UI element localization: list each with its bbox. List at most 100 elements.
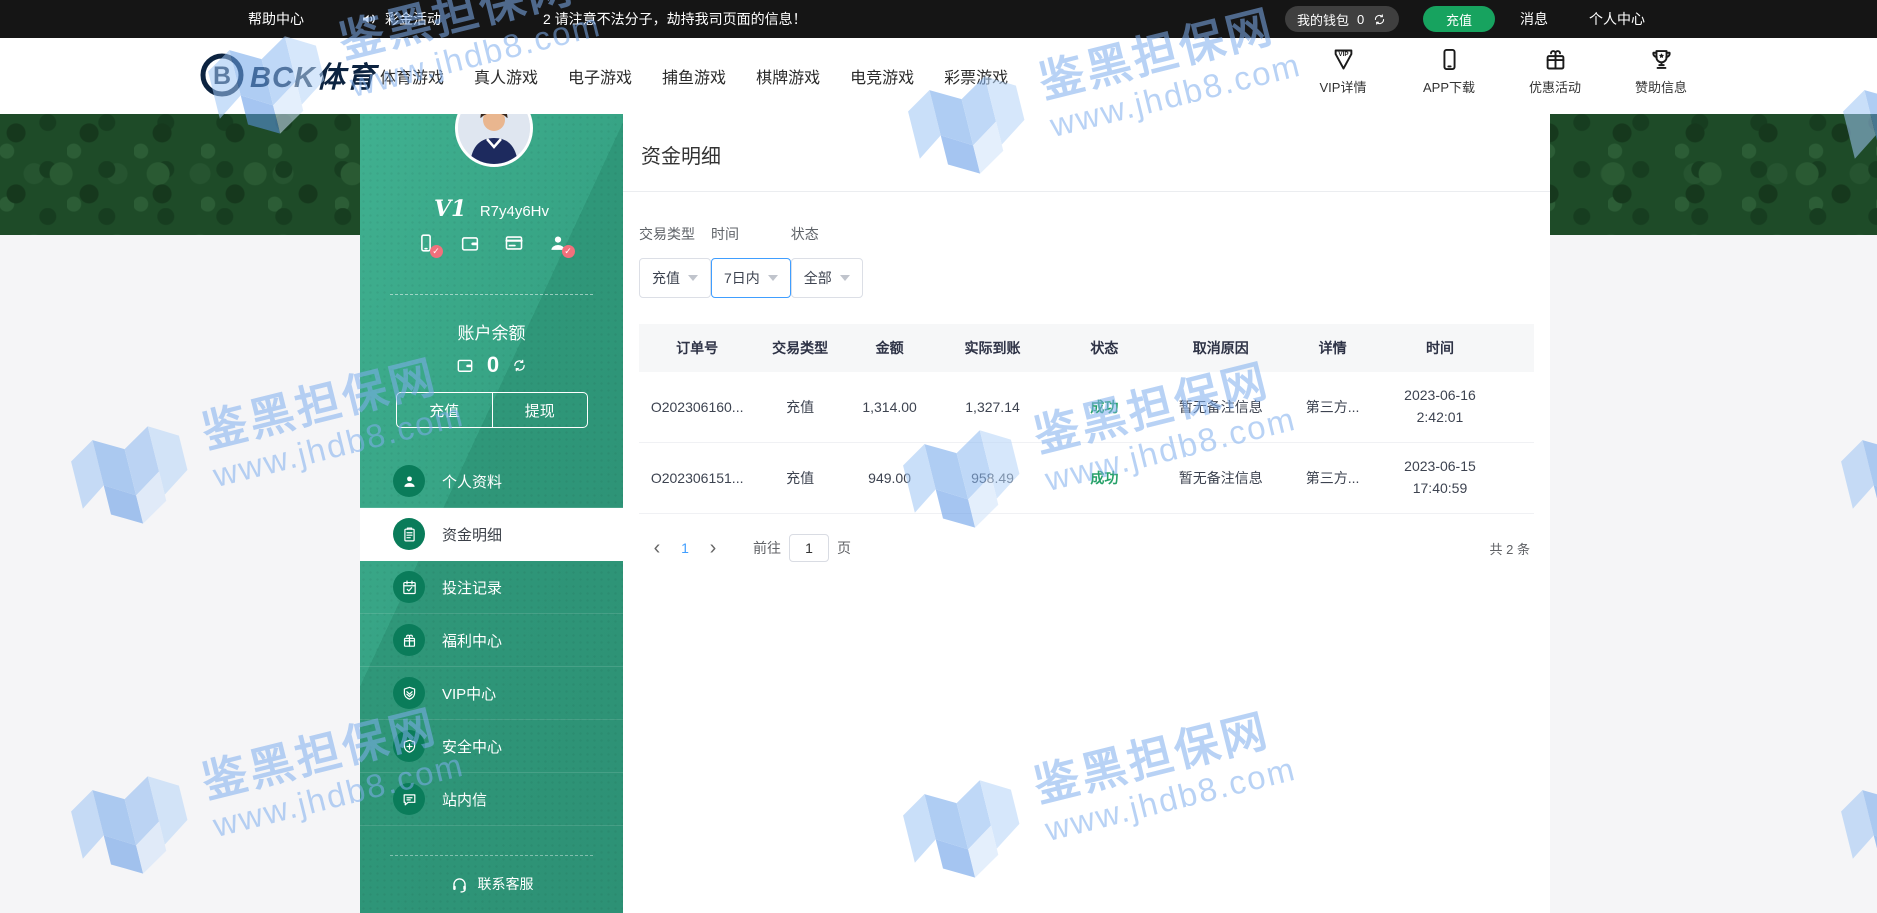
cell-time: 2023-06-16 2:42:01 <box>1382 385 1498 428</box>
page-title: 资金明细 <box>639 114 1534 191</box>
quick-action-icon <box>1542 46 1569 73</box>
cell-order-id: O202306160... <box>639 399 755 415</box>
nav-menu-item[interactable]: 电竞游戏 <box>850 64 914 88</box>
nav-menu-item[interactable]: 彩票游戏 <box>944 64 1008 88</box>
messages-link[interactable]: 消息 <box>1520 0 1548 38</box>
sidebar-menu-item[interactable]: 安全中心 <box>360 720 623 773</box>
table-header-cell: 交易类型 <box>755 338 845 358</box>
refresh-balance-icon[interactable] <box>511 357 528 374</box>
verification-icon[interactable] <box>503 232 525 254</box>
brand-logo[interactable]: B BCK体育 <box>200 53 376 97</box>
cell-reason: 暂无备注信息 <box>1158 468 1283 488</box>
table-header-cell: 状态 <box>1051 338 1158 358</box>
filter-bar: 交易类型 充值 时间 7日内 状态 全部 <box>639 224 1534 298</box>
quick-action-label: 赞助信息 <box>1635 77 1687 96</box>
user-identity: V1 R7y4y6Hv <box>360 196 623 222</box>
cell-time-line: 17:40:59 <box>1382 478 1498 500</box>
sidebar-menu-label: 福利中心 <box>442 630 502 651</box>
page: 帮助中心 彩金活动 2 请注意不法分子，劫持我司页面的信息！ 我的钱包 0 充值… <box>0 0 1877 913</box>
username: R7y4y6Hv <box>480 203 549 220</box>
page-number-button[interactable]: 1 <box>671 540 699 556</box>
filter-label: 状态 <box>791 224 863 244</box>
quick-action-icon <box>1436 46 1463 73</box>
watermark: 鉴黑担保网 www.jhdb8.com <box>1828 341 1877 548</box>
main-navbar: B BCK体育 体育游戏 真人游戏 电子游戏 捕鱼游戏 棋牌游戏 电竞游戏 彩票游戏 VIP… <box>0 38 1877 114</box>
prev-page-button[interactable]: ‹ <box>643 538 671 558</box>
nav-menu-item[interactable]: 真人游戏 <box>474 64 538 88</box>
filter-select[interactable]: 充值 <box>639 258 711 298</box>
cell-status: 成功 <box>1051 468 1158 488</box>
verification-icon[interactable] <box>415 232 437 254</box>
next-page-button[interactable]: › <box>699 538 727 558</box>
filter-select[interactable]: 7日内 <box>711 258 791 298</box>
cell-actual: 1,327.14 <box>934 399 1050 415</box>
sidebar-menu-icon <box>393 677 425 709</box>
svg-text:VIP: VIP <box>1338 51 1348 58</box>
profile-link[interactable]: 个人中心 <box>1589 0 1645 38</box>
sidebar-menu-item[interactable]: 资金明细 <box>360 508 623 561</box>
watermark: 鉴黑担保网 www.jhdb8.com <box>1828 691 1877 898</box>
sidebar-menu-icon <box>393 465 425 497</box>
quick-action[interactable]: 赞助信息 <box>1630 46 1692 96</box>
cell-detail[interactable]: 第三方... <box>1283 468 1381 488</box>
svg-text:B: B <box>213 62 231 90</box>
quick-action-label: APP下载 <box>1423 77 1475 96</box>
sidebar-menu-label: 投注记录 <box>442 577 502 598</box>
nav-menu-item[interactable]: 体育游戏 <box>380 64 444 88</box>
verification-icons <box>360 232 623 254</box>
quick-action[interactable]: 优惠活动 <box>1524 46 1586 96</box>
contact-support-button[interactable]: 联系客服 <box>360 874 623 894</box>
nav-menu-item[interactable]: 棋牌游戏 <box>756 64 820 88</box>
filter-label: 交易类型 <box>639 224 711 244</box>
cell-time-line: 2:42:01 <box>1382 407 1498 429</box>
sidebar-menu-item[interactable]: VIP中心 <box>360 667 623 720</box>
sidebar-menu-item[interactable]: 投注记录 <box>360 561 623 614</box>
sidebar-menu-label: VIP中心 <box>442 683 496 704</box>
sidebar-menu-item[interactable]: 个人资料 <box>360 455 623 508</box>
table-row[interactable]: O202306160... 充值 1,314.00 1,327.14 成功 暂无… <box>639 372 1534 443</box>
sidebar-menu-item[interactable]: 福利中心 <box>360 614 623 667</box>
cell-type: 充值 <box>755 468 845 488</box>
goto-page-input[interactable] <box>789 534 829 562</box>
sidebar-menu-label: 安全中心 <box>442 736 502 757</box>
help-center-link[interactable]: 帮助中心 <box>248 0 304 38</box>
sidebar-menu-label: 个人资料 <box>442 471 502 492</box>
table-header-cell: 时间 <box>1382 338 1498 358</box>
filter-selected-value: 充值 <box>652 268 680 288</box>
cell-amount: 949.00 <box>845 470 935 486</box>
nav-menu-item[interactable]: 电子游戏 <box>568 64 632 88</box>
table-header-cell: 金额 <box>845 338 935 358</box>
nav-quick-actions: VIP VIP详情 APP下载 优惠活动 赞助信息 <box>1312 46 1692 96</box>
nav-menu: 体育游戏 真人游戏 电子游戏 捕鱼游戏 棋牌游戏 电竞游戏 彩票游戏 <box>380 38 1008 114</box>
chevron-down-icon <box>840 275 850 281</box>
quick-action[interactable]: VIP VIP详情 <box>1312 46 1374 96</box>
nav-menu-item[interactable]: 捕鱼游戏 <box>662 64 726 88</box>
filter-group: 状态 全部 <box>791 224 863 298</box>
divider <box>390 855 593 856</box>
verification-icon[interactable] <box>547 232 569 254</box>
quick-action-icon <box>1648 46 1675 73</box>
topbar-recharge-button[interactable]: 充值 <box>1423 6 1495 32</box>
refresh-icon[interactable] <box>1372 12 1387 27</box>
cell-status: 成功 <box>1051 397 1158 417</box>
my-wallet-pill[interactable]: 我的钱包 0 <box>1285 6 1399 32</box>
promo-link[interactable]: 彩金活动 <box>360 0 441 38</box>
sidebar-menu-item[interactable]: 站内信 <box>360 773 623 826</box>
filter-label: 时间 <box>711 224 791 244</box>
filter-select[interactable]: 全部 <box>791 258 863 298</box>
chevron-down-icon <box>688 275 698 281</box>
sidebar-menu-label: 资金明细 <box>442 524 502 545</box>
balance-actions: 充值 提现 <box>396 392 588 428</box>
quick-action-icon: VIP <box>1330 46 1357 73</box>
promo-label: 彩金活动 <box>385 9 441 29</box>
table-row[interactable]: O202306151... 充值 949.00 958.49 成功 暂无备注信息… <box>639 443 1534 514</box>
watermark-logo-icon <box>1828 757 1877 899</box>
sidebar-withdraw-button[interactable]: 提现 <box>493 393 588 427</box>
quick-action[interactable]: APP下载 <box>1418 46 1480 96</box>
cell-detail[interactable]: 第三方... <box>1283 397 1381 417</box>
balance-title: 账户余额 <box>360 319 623 344</box>
pagination: ‹ 1 › 前往 页 共 2 条 <box>639 534 1534 562</box>
sidebar-recharge-button[interactable]: 充值 <box>397 393 493 427</box>
verification-icon[interactable] <box>459 232 481 254</box>
logo-icon: B <box>200 53 244 97</box>
